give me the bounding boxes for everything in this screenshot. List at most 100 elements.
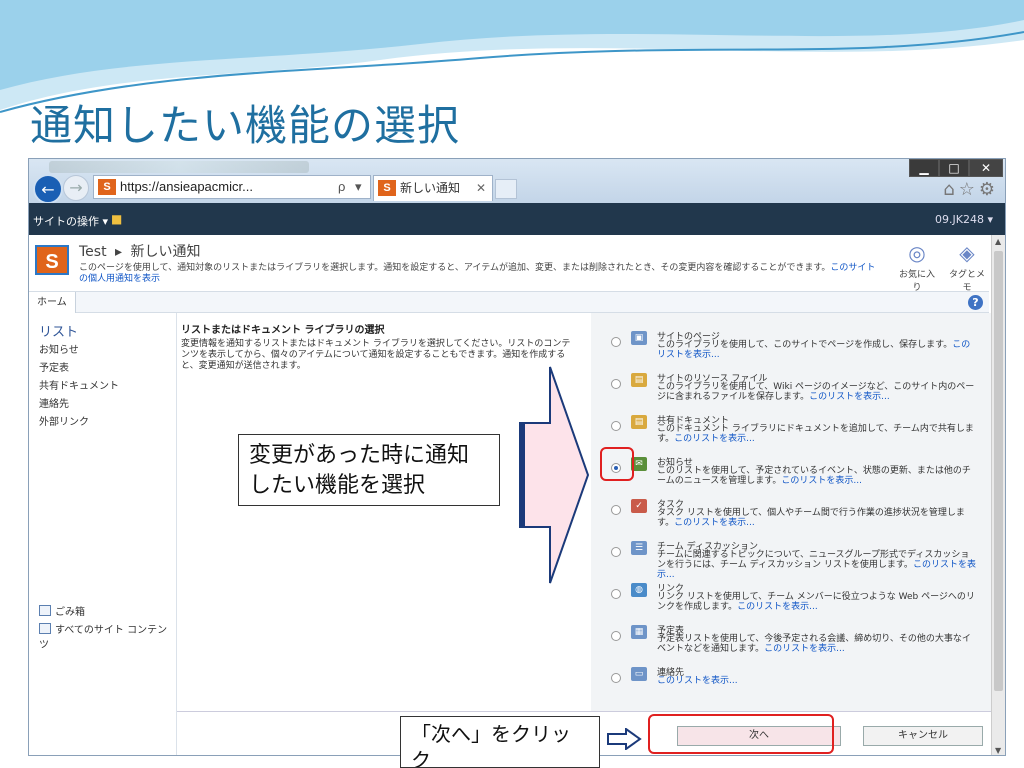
page-description: このページを使用して、通知対象のリストまたはライブラリを選択します。通知を設定す… bbox=[79, 263, 879, 285]
pages-icon: ▣ bbox=[631, 331, 647, 345]
breadcrumb-current: 新しい通知 bbox=[130, 244, 201, 260]
view-list-link[interactable]: このリストを表示... bbox=[809, 392, 890, 402]
scroll-down-icon[interactable]: ▼ bbox=[995, 746, 1001, 755]
library-icon: ▤ bbox=[631, 415, 647, 429]
scroll-up-icon[interactable]: ▲ bbox=[995, 237, 1001, 246]
option-radio[interactable] bbox=[611, 547, 621, 557]
browser-window: ▁ □ ✕ ← → S https://ansieapacmicr... ρ ▾… bbox=[28, 158, 1006, 756]
nav-item-links[interactable]: 外部リンク bbox=[39, 413, 89, 428]
tab-close-icon[interactable]: ✕ bbox=[476, 176, 486, 200]
breadcrumb: Test ▸ 新しい通知 bbox=[79, 241, 205, 261]
address-tools-icons[interactable]: ρ ▾ 🔒 ↻ ✕ bbox=[338, 176, 370, 198]
back-arrow-icon[interactable]: ← bbox=[33, 174, 63, 204]
site-actions-menu[interactable]: サイトの操作 ▾ bbox=[33, 213, 108, 229]
library-icon: ▤ bbox=[631, 373, 647, 387]
view-list-link[interactable]: このリストを表示... bbox=[674, 518, 755, 528]
cancel-button[interactable]: キャンセル bbox=[863, 726, 983, 746]
option-tasks[interactable]: ✓ タスク タスク リストを使用して、個人やチーム間で行う作業の進捗状況を管理し… bbox=[591, 497, 991, 537]
option-description: このライブラリを使用して、このサイトでページを作成し、保存します。このリストを表… bbox=[657, 340, 977, 360]
next-pointer-arrow-icon bbox=[607, 728, 642, 750]
option-description: このライブラリを使用して、Wiki ページのイメージなど、このサイト内のページに… bbox=[657, 382, 977, 402]
view-list-link[interactable]: このリストを表示... bbox=[674, 434, 755, 444]
like-button[interactable]: ◎ お気に入り bbox=[895, 241, 939, 293]
tab-title: 新しい通知 bbox=[400, 181, 461, 195]
option-announcements[interactable]: ✉ お知らせ このリストを使用して、予定されているイベント、状態の更新、または他… bbox=[591, 455, 991, 495]
nav-recycle-bin[interactable]: ごみ箱 bbox=[39, 603, 85, 618]
maximize-icon[interactable]: □ bbox=[939, 159, 969, 177]
option-radio[interactable] bbox=[611, 337, 621, 347]
tags-notes-button[interactable]: ◈ タグとメモ bbox=[945, 241, 989, 293]
nav-item-shared-documents[interactable]: 共有ドキュメント bbox=[39, 377, 119, 392]
nav-heading-lists[interactable]: リスト bbox=[39, 321, 78, 340]
view-list-link[interactable]: このリストを表示... bbox=[781, 476, 862, 486]
nav-item-calendar[interactable]: 予定表 bbox=[39, 359, 69, 374]
select-feature-callout: 変更があった時に通知したい機能を選択 bbox=[238, 434, 500, 506]
breadcrumb-site-link[interactable]: Test bbox=[79, 244, 107, 260]
nav-item-contacts[interactable]: 連絡先 bbox=[39, 395, 69, 410]
option-description: このリストを使用して、予定されているイベント、状態の更新、または他のチームのニュ… bbox=[657, 466, 977, 486]
address-url: https://ansieapacmicr... bbox=[120, 179, 253, 194]
discussion-icon: ☰ bbox=[631, 541, 647, 555]
new-tab-button[interactable] bbox=[495, 179, 517, 199]
option-site-pages[interactable]: ▣ サイトのページ このライブラリを使用して、このサイトでページを作成し、保存し… bbox=[591, 329, 991, 369]
help-icon[interactable]: ? bbox=[968, 295, 983, 310]
option-calendar[interactable]: ▦ 予定表 予定表リストを使用して、今後予定される会議、締め切り、その他の大事な… bbox=[591, 623, 991, 663]
sharepoint-ribbon: サイトの操作 ▾ ■ 09.JK248 ▾ bbox=[29, 203, 1005, 235]
minimize-icon[interactable]: ▁ bbox=[909, 159, 939, 177]
option-description: リンク リストを使用して、チーム メンバーに役立つような Web ページへのリン… bbox=[657, 592, 977, 612]
user-menu[interactable]: 09.JK248 ▾ bbox=[935, 213, 993, 226]
titlebar-glass bbox=[49, 161, 309, 173]
browser-tab[interactable]: S 新しい通知 ✕ bbox=[373, 175, 493, 201]
ribbon-tabbar: ホーム ? bbox=[29, 291, 989, 313]
option-description: タスク リストを使用して、個人やチーム間で行う作業の進捗状況を管理します。このリ… bbox=[657, 508, 977, 528]
next-button-highlight bbox=[648, 714, 834, 754]
view-list-link[interactable]: このリストを表示... bbox=[764, 644, 845, 654]
recycle-bin-label: ごみ箱 bbox=[55, 607, 85, 618]
contacts-icon: ▭ bbox=[631, 667, 647, 681]
calendar-icon: ▦ bbox=[631, 625, 647, 639]
sharepoint-favicon: S bbox=[98, 179, 116, 195]
view-list-link[interactable]: このリストを表示... bbox=[737, 602, 818, 612]
option-site-assets[interactable]: ▤ サイトのリソース ファイル このライブラリを使用して、Wiki ページのイメ… bbox=[591, 371, 991, 411]
option-radio[interactable] bbox=[611, 421, 621, 431]
like-icon: ◎ bbox=[908, 241, 926, 265]
tags-icon: ◈ bbox=[959, 241, 975, 265]
tasks-icon: ✓ bbox=[631, 499, 647, 513]
option-description: 予定表リストを使用して、今後予定される会議、締め切り、その他の大事なイベントなど… bbox=[657, 634, 977, 654]
close-window-icon[interactable]: ✕ bbox=[969, 159, 1003, 177]
option-description: このリストを表示... bbox=[657, 676, 977, 686]
tab-favicon: S bbox=[378, 180, 396, 196]
option-links[interactable]: ◍ リンク リンク リストを使用して、チーム メンバーに役立つような Web ペ… bbox=[591, 581, 991, 621]
option-radio[interactable] bbox=[611, 673, 621, 683]
quick-launch: リスト お知らせ 予定表 共有ドキュメント 連絡先 外部リンク ごみ箱 すべての… bbox=[29, 313, 177, 755]
page-title-area: S Test ▸ 新しい通知 このページを使用して、通知対象のリストまたはライブ… bbox=[29, 235, 1005, 293]
home-favorites-settings-icons[interactable]: ⌂☆⚙ bbox=[943, 179, 999, 200]
site-content-icon bbox=[39, 623, 51, 634]
option-radio[interactable] bbox=[611, 589, 621, 599]
recycle-bin-icon bbox=[39, 605, 51, 616]
view-list-link[interactable]: このリストを表示... bbox=[657, 676, 738, 686]
option-description: このドキュメント ライブラリにドキュメントを追加して、チーム内で共有します。この… bbox=[657, 424, 977, 444]
slide-title: 通知したい機能の選択 bbox=[30, 101, 461, 150]
pointing-right-arrow-icon bbox=[519, 366, 590, 584]
option-radio[interactable] bbox=[611, 379, 621, 389]
folder-icon[interactable]: ■ bbox=[111, 212, 122, 226]
option-desc-text: このライブラリを使用して、このサイトでページを作成し、保存します。 bbox=[657, 340, 953, 350]
scrollbar-thumb[interactable] bbox=[994, 251, 1003, 691]
option-shared-documents[interactable]: ▤ 共有ドキュメント このドキュメント ライブラリにドキュメントを追加して、チー… bbox=[591, 413, 991, 453]
selected-option-highlight bbox=[600, 447, 634, 481]
option-description: チームに関連するトピックについて、ニュースグループ形式でディスカッションを行うに… bbox=[657, 550, 977, 580]
option-team-discussion[interactable]: ☰ チーム ディスカッション チームに関連するトピックについて、ニュースグループ… bbox=[591, 539, 991, 580]
nav-all-site-content[interactable]: すべてのサイト コンテンツ bbox=[39, 621, 176, 651]
option-radio[interactable] bbox=[611, 505, 621, 515]
breadcrumb-separator-icon: ▸ bbox=[115, 244, 123, 260]
like-label: お気に入り bbox=[898, 270, 935, 293]
list-options-panel: ▣ サイトのページ このライブラリを使用して、このサイトでページを作成し、保存し… bbox=[591, 313, 991, 713]
option-contacts[interactable]: ▭ 連絡先 このリストを表示... bbox=[591, 665, 991, 705]
nav-item-announcements[interactable]: お知らせ bbox=[39, 341, 79, 356]
address-bar[interactable]: S https://ansieapacmicr... ρ ▾ 🔒 ↻ ✕ bbox=[93, 175, 371, 199]
option-radio[interactable] bbox=[611, 631, 621, 641]
vertical-scrollbar[interactable]: ▲ ▼ bbox=[991, 235, 1005, 755]
tab-home[interactable]: ホーム bbox=[29, 292, 76, 313]
forward-arrow-icon[interactable]: → bbox=[63, 175, 89, 201]
